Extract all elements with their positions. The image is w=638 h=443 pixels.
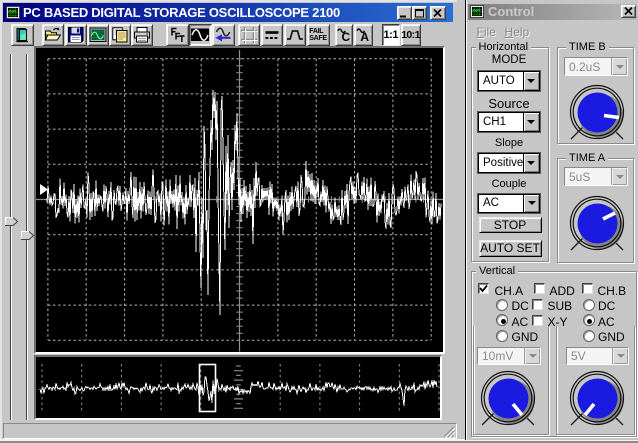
svg-text:A: A (360, 30, 369, 44)
svg-text:C: C (341, 30, 350, 44)
